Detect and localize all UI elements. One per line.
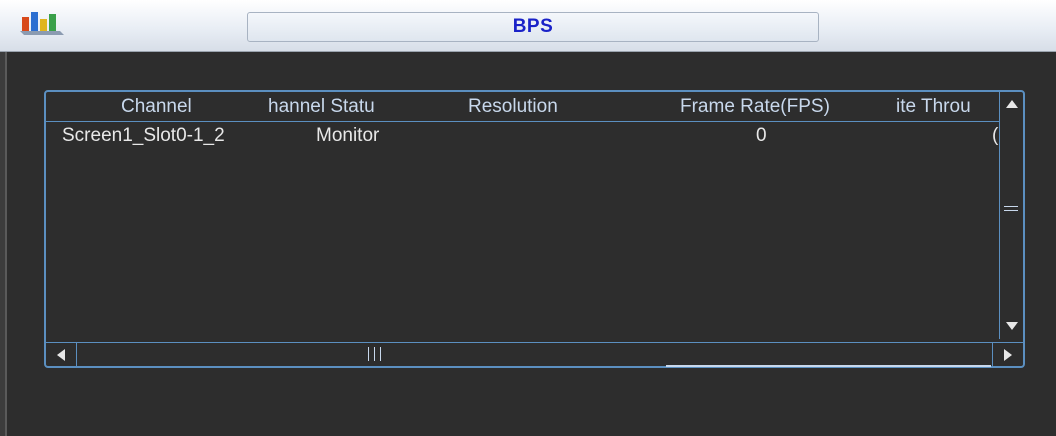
- cell-channel: Screen1_Slot0-1_2: [62, 125, 225, 146]
- left-edge: [0, 52, 7, 436]
- cell-throughput: (: [992, 125, 999, 146]
- triangle-left-icon: [57, 348, 65, 361]
- column-header-frame-rate[interactable]: Frame Rate(FPS): [680, 92, 870, 121]
- table-row[interactable]: Screen1_Slot0-1_2 Monitor 0 (: [46, 123, 999, 153]
- title-box: BPS: [247, 12, 819, 42]
- scroll-down-button[interactable]: [1000, 314, 1023, 338]
- triangle-up-icon: [1005, 100, 1018, 108]
- scroll-thumb-grip[interactable]: [368, 347, 369, 361]
- scroll-thumb-grip[interactable]: [1004, 206, 1018, 207]
- title-bar: BPS: [0, 0, 1056, 52]
- column-header-channel[interactable]: Channel: [121, 92, 241, 121]
- scroll-up-button[interactable]: [1000, 92, 1023, 116]
- scroll-thumb-grip[interactable]: [374, 347, 375, 361]
- column-header-throughput[interactable]: ite Throu: [896, 92, 998, 121]
- scroll-track-indicator: [666, 365, 991, 367]
- column-header-channel-status[interactable]: hannel Statu: [268, 92, 389, 121]
- cell-resolution: [468, 123, 598, 149]
- vertical-scrollbar[interactable]: [999, 92, 1023, 339]
- chart-blocks-icon: [20, 12, 64, 35]
- column-header-resolution[interactable]: Resolution: [468, 92, 598, 121]
- scroll-separator: [76, 343, 77, 366]
- horizontal-scrollbar[interactable]: [46, 342, 1023, 367]
- triangle-right-icon: [1004, 348, 1012, 361]
- scroll-thumb-grip[interactable]: [1004, 210, 1018, 211]
- scroll-thumb-grip[interactable]: [380, 347, 381, 361]
- cell-frame-rate: 0: [756, 125, 767, 146]
- cell-status: Monitor: [316, 125, 380, 146]
- table-header: Channel hannel Statu Resolution Frame Ra…: [46, 92, 999, 122]
- triangle-down-icon: [1005, 322, 1018, 330]
- bps-table: Channel hannel Statu Resolution Frame Ra…: [44, 90, 1025, 368]
- scroll-left-button[interactable]: [46, 343, 76, 366]
- bps-window: BPS Channel hannel Statu Resolution Fram…: [0, 0, 1056, 436]
- window-title: BPS: [512, 16, 554, 37]
- scroll-right-button[interactable]: [993, 343, 1023, 366]
